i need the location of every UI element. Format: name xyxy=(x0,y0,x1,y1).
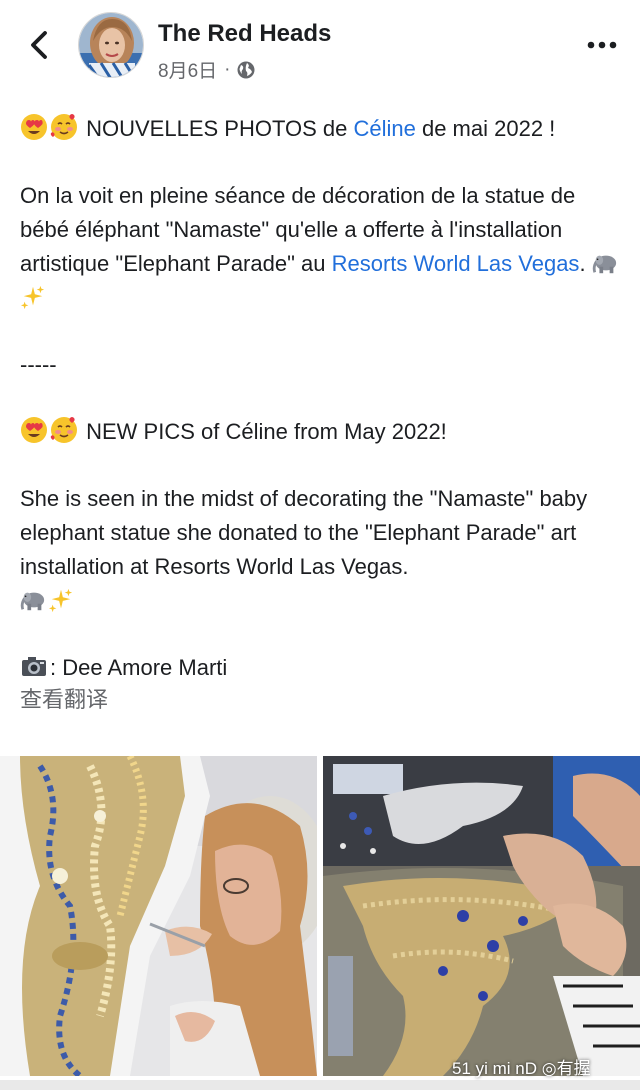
photo-image xyxy=(323,756,640,1076)
see-translation-link[interactable]: 查看翻译 xyxy=(20,683,630,717)
page-name[interactable]: The Red Heads xyxy=(158,20,331,48)
photo-credit: : Dee Amore Marti xyxy=(20,651,630,685)
globe-icon xyxy=(237,61,255,78)
back-button[interactable] xyxy=(22,28,56,62)
intro-text-after: de mai 2022 ! xyxy=(415,116,556,141)
french-description-after: . xyxy=(579,251,592,276)
intro-text-before: NOUVELLES PHOTOS de xyxy=(80,116,354,141)
sparkles-emoji xyxy=(20,285,45,310)
celine-link[interactable]: Céline xyxy=(353,116,415,141)
photo-jewels-fabric[interactable] xyxy=(323,756,640,1076)
watermark: 51 yi mi nD ◎有握 xyxy=(452,1059,591,1078)
next-photos-strip xyxy=(0,1080,640,1090)
meta-separator: · xyxy=(224,58,231,80)
paragraph-english-description: She is seen in the midst of decorating t… xyxy=(20,482,630,618)
paragraph-french-intro: NOUVELLES PHOTOS de Céline de mai 2022 ! xyxy=(20,112,630,146)
post-meta: 8月6日 · xyxy=(158,56,256,83)
smiling-face-with-hearts-emoji xyxy=(50,417,77,443)
photo-decorating-statue[interactable] xyxy=(0,756,317,1076)
english-description-text: She is seen in the midst of decorating t… xyxy=(20,486,588,579)
paragraph-english-intro: NEW PICS of Céline from May 2022! xyxy=(20,415,630,449)
avatar-image xyxy=(79,13,143,77)
post-page: The Red Heads 8月6日 · NOUVELLES PHOTOS de… xyxy=(0,0,640,1090)
more-horizontal-icon xyxy=(587,41,617,49)
heart-eyes-emoji xyxy=(21,417,47,443)
avatar[interactable] xyxy=(78,12,144,78)
english-intro-text: NEW PICS of Céline from May 2022! xyxy=(80,419,447,444)
post-header: The Red Heads 8月6日 · xyxy=(0,0,640,100)
elephant-emoji xyxy=(592,255,616,274)
post-date[interactable]: 8月6日 xyxy=(158,56,217,83)
photo-image xyxy=(0,756,317,1076)
divider-text: ----- xyxy=(20,352,57,377)
more-options-button[interactable] xyxy=(580,30,624,60)
elephant-emoji xyxy=(20,592,45,611)
heart-eyes-emoji xyxy=(21,114,47,140)
resorts-world-link[interactable]: Resorts World Las Vegas xyxy=(332,251,580,276)
sparkles-emoji xyxy=(48,588,73,613)
smiling-face-with-hearts-emoji xyxy=(50,114,77,140)
chevron-left-icon xyxy=(31,31,47,59)
paragraph-french-description: On la voit en pleine séance de décoratio… xyxy=(20,179,630,315)
camera-emoji xyxy=(22,657,46,676)
post-body: NOUVELLES PHOTOS de Céline de mai 2022 !… xyxy=(20,112,630,717)
credit-text: : Dee Amore Marti xyxy=(50,655,228,680)
